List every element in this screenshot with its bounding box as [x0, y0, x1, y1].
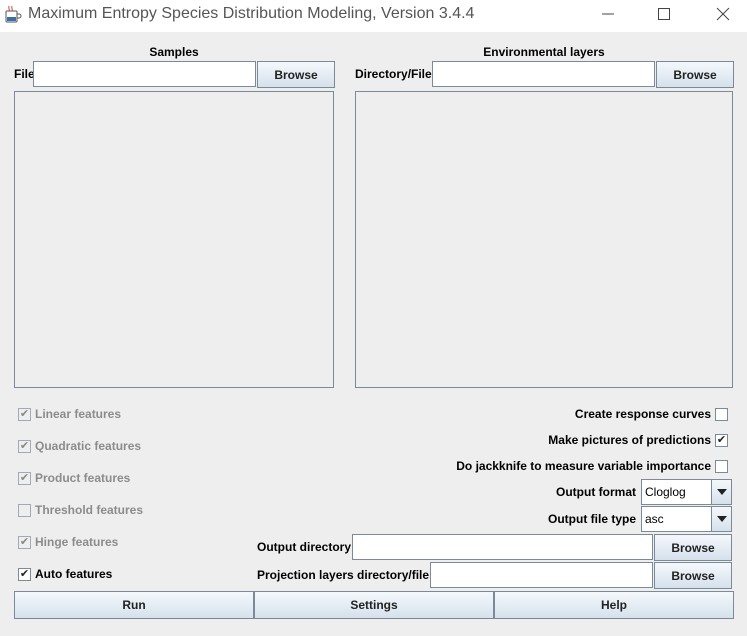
- output-directory-label: Output directory: [257, 540, 352, 554]
- projection-browse-button[interactable]: Browse: [654, 562, 732, 589]
- linear-features-checkbox[interactable]: ✔ Linear features: [18, 407, 121, 421]
- product-features-label: Product features: [35, 471, 131, 485]
- output-file-type-label: Output file type: [548, 512, 636, 526]
- response-curves-label: Create response curves: [574, 407, 711, 421]
- threshold-features-check: [18, 503, 31, 517]
- projection-input[interactable]: [430, 562, 653, 588]
- threshold-features-checkbox[interactable]: Threshold features: [18, 503, 143, 517]
- samples-file-input[interactable]: [33, 61, 256, 87]
- chevron-down-icon[interactable]: [711, 480, 731, 504]
- quadratic-features-checkbox[interactable]: ✔ Quadratic features: [18, 439, 141, 453]
- environmental-layers-list[interactable]: [355, 91, 733, 388]
- settings-button[interactable]: Settings: [254, 591, 494, 619]
- close-button[interactable]: [700, 0, 746, 30]
- auto-features-checkbox[interactable]: ✔ Auto features: [18, 567, 112, 581]
- pictures-predictions-label: Make pictures of predictions: [548, 433, 711, 447]
- window-title: Maximum Entropy Species Distribution Mod…: [28, 5, 475, 22]
- hinge-features-check: ✔: [18, 535, 31, 549]
- minimize-button[interactable]: [585, 0, 631, 30]
- close-icon: [716, 7, 730, 24]
- environmental-heading: Environmental layers: [483, 45, 605, 59]
- jackknife-label: Do jackknife to measure variable importa…: [456, 459, 711, 473]
- output-file-type-select[interactable]: asc: [641, 506, 732, 532]
- output-format-value: Cloglog: [645, 485, 686, 499]
- pictures-predictions-checkbox[interactable]: ✔: [715, 434, 728, 447]
- environmental-browse-button[interactable]: Browse: [656, 61, 734, 88]
- environmental-dir-input[interactable]: [432, 61, 655, 87]
- samples-heading: Samples: [149, 45, 199, 59]
- output-directory-browse-button[interactable]: Browse: [654, 534, 732, 561]
- minimize-icon: [602, 8, 614, 23]
- output-directory-input[interactable]: [352, 534, 653, 560]
- linear-features-label: Linear features: [35, 407, 122, 421]
- auto-features-check: ✔: [18, 567, 31, 581]
- samples-browse-button[interactable]: Browse: [257, 61, 335, 88]
- product-features-checkbox[interactable]: ✔ Product features: [18, 471, 130, 485]
- auto-features-label: Auto features: [35, 567, 113, 581]
- quadratic-features-check: ✔: [18, 439, 31, 453]
- help-button[interactable]: Help: [494, 591, 734, 619]
- samples-file-label: File: [14, 67, 35, 81]
- projection-label: Projection layers directory/file: [257, 568, 430, 582]
- response-curves-checkbox[interactable]: [715, 408, 728, 421]
- title-bar: Maximum Entropy Species Distribution Mod…: [0, 0, 747, 32]
- hinge-features-label: Hinge features: [35, 535, 119, 549]
- maximize-button[interactable]: [641, 0, 687, 30]
- output-file-type-value: asc: [645, 512, 664, 526]
- maximize-icon: [658, 7, 670, 23]
- environmental-dir-label: Directory/File: [355, 67, 432, 81]
- quadratic-features-label: Quadratic features: [35, 439, 142, 453]
- hinge-features-checkbox[interactable]: ✔ Hinge features: [18, 535, 118, 549]
- product-features-check: ✔: [18, 471, 31, 485]
- jackknife-checkbox[interactable]: [715, 460, 728, 473]
- java-cup-icon: [4, 5, 22, 25]
- linear-features-check: ✔: [18, 407, 31, 421]
- output-format-select[interactable]: Cloglog: [641, 479, 732, 505]
- threshold-features-label: Threshold features: [35, 503, 144, 517]
- run-button[interactable]: Run: [14, 591, 254, 619]
- output-format-label: Output format: [556, 485, 636, 499]
- samples-list[interactable]: [14, 91, 334, 388]
- chevron-down-icon[interactable]: [711, 507, 731, 531]
